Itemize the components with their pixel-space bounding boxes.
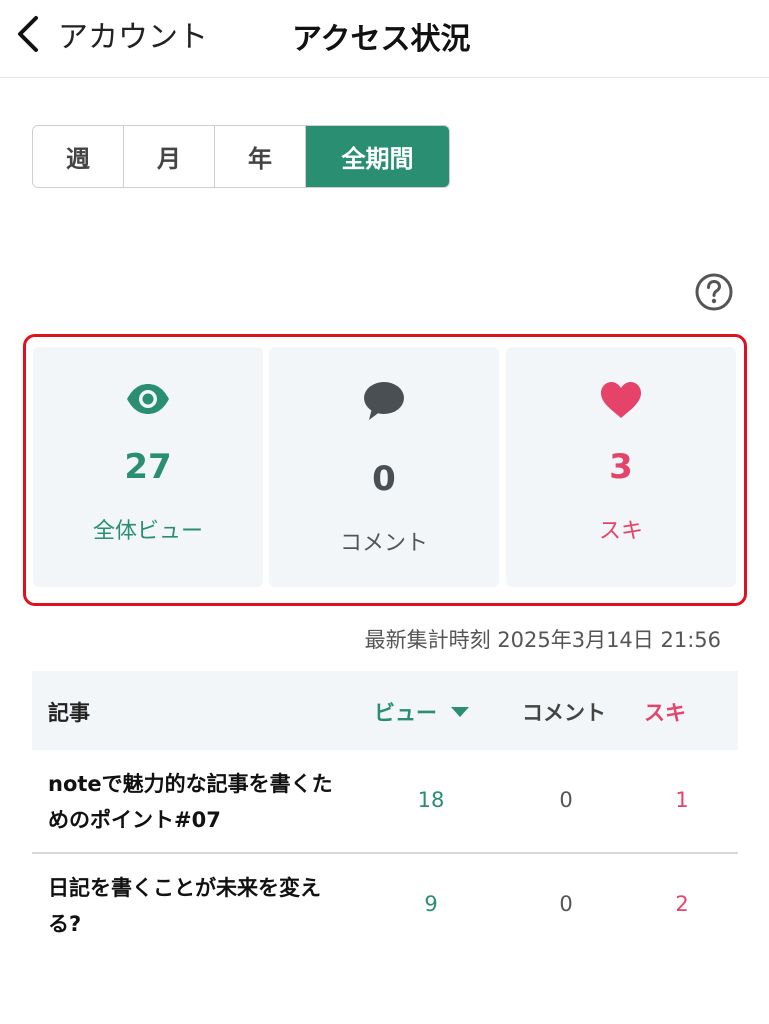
- comments-label: コメント: [339, 531, 428, 556]
- views-count: 27: [124, 447, 172, 487]
- row-divider: [32, 852, 738, 854]
- column-header-views-label: ビュー: [374, 701, 437, 725]
- article-title[interactable]: noteで魅力的な記事を書くためのポイント#07: [48, 766, 348, 838]
- table-header: 記事 ビュー コメント スキ: [32, 671, 738, 750]
- chevron-left-icon: [18, 16, 38, 52]
- article-likes: 2: [675, 892, 689, 916]
- eye-icon: [127, 384, 169, 414]
- tab-year[interactable]: 年: [215, 126, 306, 187]
- last-updated-text: 最新集計時刻 2025年3月14日 21:56: [364, 628, 721, 652]
- back-label: アカウント: [58, 20, 208, 55]
- column-header-views[interactable]: ビュー: [374, 697, 469, 727]
- top-bar: アカウント アクセス状況: [0, 0, 769, 78]
- comments-card: 0 コメント: [269, 347, 499, 587]
- back-button[interactable]: アカウント: [14, 12, 208, 56]
- column-header-comments[interactable]: コメント: [522, 697, 606, 727]
- column-header-article: 記事: [48, 701, 90, 725]
- article-views: 9: [424, 892, 438, 916]
- likes-card: 3 スキ: [506, 347, 736, 587]
- comments-count: 0: [372, 459, 396, 499]
- likes-label: スキ: [598, 519, 643, 544]
- table-row[interactable]: noteで魅力的な記事を書くためのポイント#07 18 0 1: [32, 764, 738, 852]
- article-likes: 1: [675, 788, 689, 812]
- article-comments: 0: [559, 788, 573, 812]
- column-header-likes[interactable]: スキ: [644, 697, 686, 727]
- tab-week[interactable]: 週: [33, 126, 124, 187]
- page-title: アクセス状況: [292, 22, 471, 57]
- tab-month[interactable]: 月: [124, 126, 215, 187]
- table-row[interactable]: 日記を書くことが未来を変える? 9 0 2: [32, 868, 738, 956]
- heart-icon: [601, 382, 641, 418]
- likes-count: 3: [609, 447, 633, 487]
- article-views: 18: [417, 788, 445, 812]
- sort-down-icon: [451, 707, 469, 717]
- views-label: 全体ビュー: [92, 519, 203, 544]
- help-icon[interactable]: [694, 272, 734, 312]
- article-title[interactable]: 日記を書くことが未来を変える?: [48, 870, 348, 942]
- article-comments: 0: [559, 892, 573, 916]
- views-card: 27 全体ビュー: [33, 347, 263, 587]
- tab-all-time[interactable]: 全期間: [306, 126, 449, 187]
- speech-bubble-icon: [364, 382, 404, 420]
- period-selector: 週 月 年 全期間: [32, 125, 450, 188]
